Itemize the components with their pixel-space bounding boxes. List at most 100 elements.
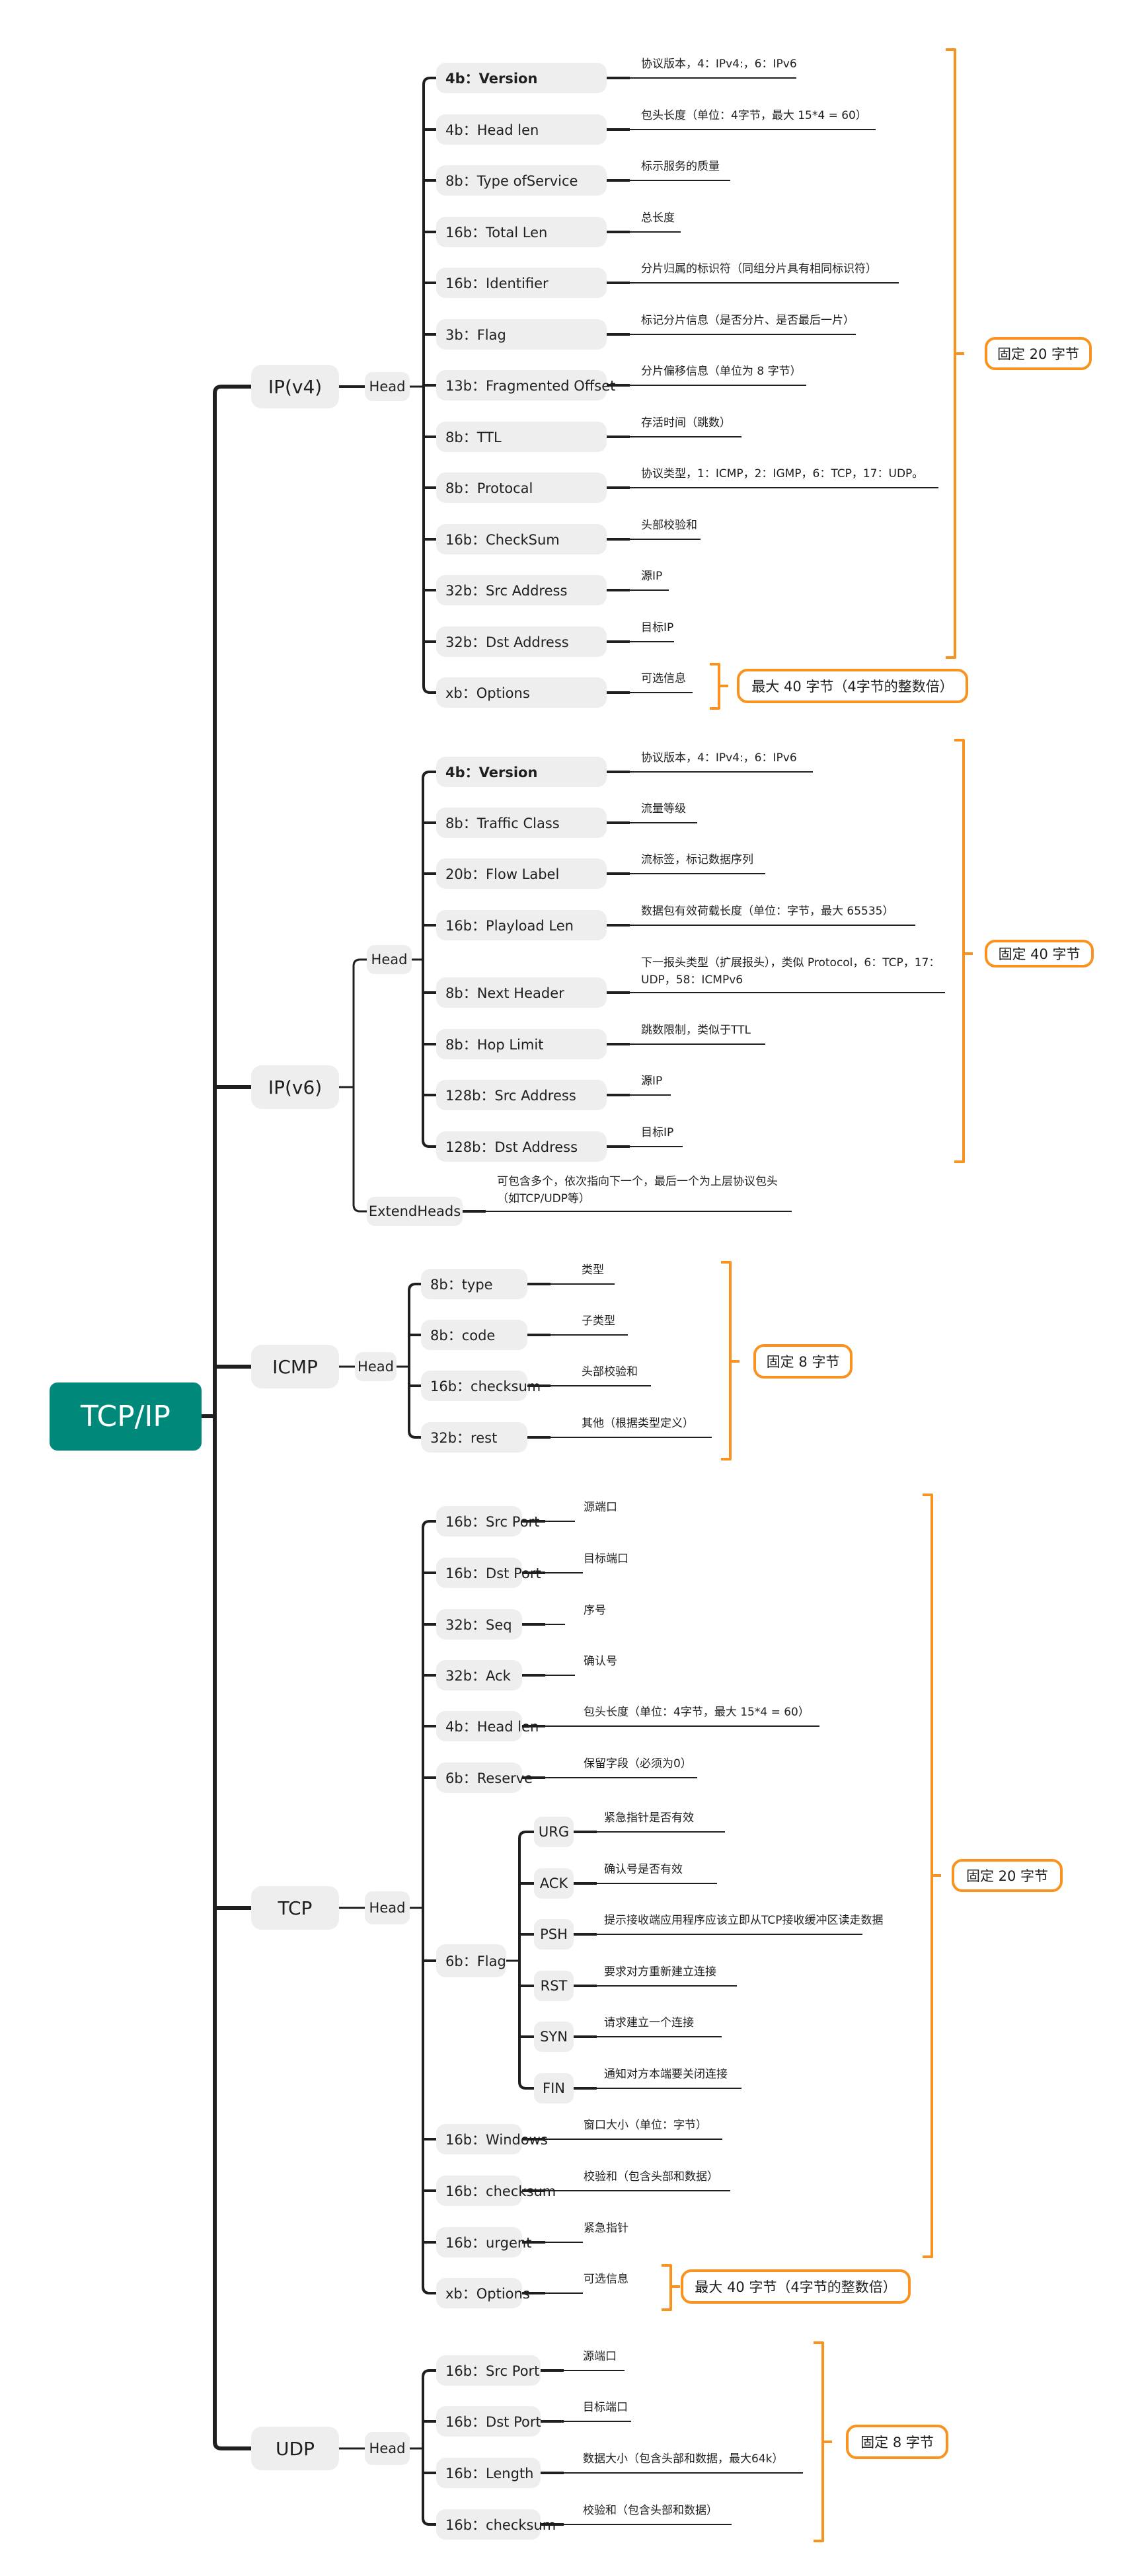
ipv6-field-desc-0: 协议版本，4：IPv4:，6：IPv6 (641, 751, 797, 765)
ipv4-field-10[interactable]: 32b：Src Address (436, 575, 607, 605)
ipv6-field-connector (422, 771, 436, 779)
ipv4-field-6[interactable]: 13b：Fragmented Offset (436, 370, 615, 400)
tcp-flag-ack[interactable]: ACK (534, 1868, 574, 1899)
tcp-field-8[interactable]: 16b：checksum (436, 2176, 556, 2206)
ipv4-head-node[interactable]: Head (365, 372, 410, 401)
udp-field-3[interactable]: 16b：checksum (436, 2509, 556, 2540)
ipv4-field-3[interactable]: 16b：Total Len (436, 217, 607, 247)
tcp-field-desc-5: 保留字段（必须为0） (584, 1757, 692, 1770)
tcp-field-9[interactable]: 16b：urgent (436, 2227, 531, 2257)
tcp-flag-fin[interactable]: FIN (534, 2073, 574, 2103)
icmp-fixed-size-note: 固定 8 字节 (753, 1344, 853, 1379)
tcp-field-4[interactable]: 4b：Head len (436, 1711, 539, 1741)
tcp-field-10[interactable]: xb：Options (436, 2278, 530, 2308)
ipv4-field-desc-8: 协议类型，1：ICMP，2：IGMP，6：TCP，17：UDP。 (641, 467, 924, 480)
tcp-flag-syn[interactable]: SYN (534, 2022, 574, 2052)
tcp-flag-urg[interactable]: URG (534, 1817, 574, 1847)
ipv6-field-1[interactable]: 8b：Traffic Class (436, 808, 607, 838)
tcp-field-1[interactable]: 16b：Dst Port (436, 1558, 541, 1588)
ipv6-field-desc-3: 数据包有效荷载长度（单位：字节，最大 65535） (641, 905, 894, 918)
ipv6-branch-connector (352, 958, 367, 967)
tcp-field-2[interactable]: 32b：Seq (436, 1609, 522, 1640)
ipv4-field-4[interactable]: 16b：Identifier (436, 268, 607, 298)
ipv6-fixed-bracket (954, 739, 965, 1163)
icmp-field-desc-3: 其他（根据类型定义） (582, 1417, 694, 1430)
ipv6-field-6[interactable]: 128b：Src Address (436, 1080, 607, 1110)
icmp-head-node[interactable]: Head (355, 1352, 397, 1381)
tcp-field-3[interactable]: 32b：Ack (436, 1660, 522, 1690)
ipv6-field-desc-6: 源IP (641, 1075, 663, 1088)
tcp-field-desc-2: 序号 (584, 1604, 606, 1617)
tcp-field-desc-1: 目标端口 (584, 1552, 628, 1566)
tcp-field-7[interactable]: 16b：Windows (436, 2124, 548, 2154)
ipv4-field-5[interactable]: 3b：Flag (436, 319, 607, 350)
tcp-flag-rst[interactable]: RST (534, 1971, 574, 2001)
tcp-head-node[interactable]: Head (365, 1891, 410, 1924)
ipv4-field-desc-6: 分片偏移信息（单位为 8 字节） (641, 365, 802, 378)
udp-fixed-bracket (814, 2341, 824, 2542)
protocol-node-icmp[interactable]: ICMP (251, 1345, 339, 1388)
protocol-node-ipv4[interactable]: IP(v4) (251, 365, 339, 408)
udp-field-1[interactable]: 16b：Dst Port (436, 2406, 541, 2437)
ipv4-field-1[interactable]: 4b：Head len (436, 114, 607, 145)
tcp-field-connector (422, 1520, 436, 1529)
ipv6-extend-heads-desc: 可包含多个，依次指向下一个，最后一个为上层协议包头（如TCP/UDP等） (497, 1175, 778, 1205)
ipv4-field-7[interactable]: 8b：TTL (436, 422, 607, 452)
ipv6-extend-heads-node[interactable]: ExtendHeads (367, 1197, 463, 1226)
ipv4-fixed-bracket (946, 48, 956, 659)
udp-field-desc-3: 校验和（包含头部和数据） (583, 2504, 718, 2517)
tcp-field-flag[interactable]: 6b：Flag (436, 1944, 506, 1977)
ipv4-field-0[interactable]: 4b：Version (436, 63, 607, 93)
ipv6-field-0[interactable]: 4b：Version (436, 757, 607, 787)
icmp-field-0[interactable]: 8b：type (421, 1269, 527, 1299)
protocol-node-tcp[interactable]: TCP (251, 1886, 339, 1930)
icmp-field-connector (408, 1430, 421, 1439)
ipv4-field-12[interactable]: xb：Options (436, 677, 607, 708)
ipv4-field-desc-12: 可选信息 (641, 672, 686, 685)
icmp-field-3[interactable]: 32b：rest (421, 1422, 527, 1453)
protocol-node-udp[interactable]: UDP (251, 2427, 339, 2470)
ipv6-field-7[interactable]: 128b：Dst Address (436, 1131, 607, 1162)
ipv6-field-connector (422, 1139, 436, 1148)
ipv6-field-3[interactable]: 16b：Playload Len (436, 910, 607, 940)
ipv6-field-2[interactable]: 20b：Flow Label (436, 858, 607, 889)
tcp-flag-psh[interactable]: PSH (534, 1919, 574, 1950)
udp-field-desc-1: 目标端口 (583, 2401, 628, 2414)
ipv6-field-desc-7: 目标IP (641, 1126, 674, 1139)
ipv4-options-bracket (710, 663, 720, 710)
ipv4-options-size-note: 最大 40 字节（4字节的整数倍） (737, 669, 968, 703)
protocol-node-ipv6[interactable]: IP(v6) (251, 1065, 339, 1109)
trunk-connector (213, 2441, 251, 2450)
ipv4-field-9[interactable]: 16b：CheckSum (436, 524, 607, 554)
tcp-field-5[interactable]: 6b：Reserve (436, 1762, 533, 1793)
tcp-flag-desc-syn: 请求建立一个连接 (604, 2016, 694, 2029)
icmp-field-1[interactable]: 8b：code (421, 1320, 527, 1350)
icmp-field-2[interactable]: 16b：checksum (421, 1371, 541, 1401)
tcp-flag-connector (518, 2081, 534, 2090)
ipv4-field-2[interactable]: 8b：Type ofService (436, 165, 607, 196)
tcp-fixed-size-note: 固定 20 字节 (952, 1859, 1063, 1892)
tcp-field-0[interactable]: 16b：Src Port (436, 1506, 539, 1536)
ipv6-head-node[interactable]: Head (367, 945, 412, 974)
ipv4-field-desc-4: 分片归属的标识符（同组分片具有相同标识符） (641, 262, 877, 276)
tcp-field-desc-3: 确认号 (584, 1655, 617, 1668)
ipv4-field-8[interactable]: 8b：Protocal (436, 473, 607, 503)
tcp-options-bracket (662, 2264, 672, 2311)
root-node-tcp-ip[interactable]: TCP/IP (50, 1383, 202, 1451)
tcp-field-connector (422, 2286, 436, 2294)
ipv6-field-4[interactable]: 8b：Next Header (436, 977, 607, 1008)
ipv6-field-5[interactable]: 8b：Hop Limit (436, 1029, 607, 1059)
udp-field-0[interactable]: 16b：Src Port (436, 2355, 541, 2386)
ipv4-field-desc-1: 包头长度（单位：4字节，最大 15*4 = 60） (641, 109, 867, 122)
tcp-flag-desc-psh: 提示接收端应用程序应该立即从TCP接收缓冲区读走数据 (604, 1914, 884, 1927)
tcp-field-desc-0: 源端口 (584, 1501, 617, 1514)
udp-field-2[interactable]: 16b：Length (436, 2458, 541, 2488)
udp-field-desc-2: 数据大小（包含头部和数据，最大64k） (583, 2452, 784, 2466)
ipv4-field-11[interactable]: 32b：Dst Address (436, 626, 607, 657)
trunk-connector (213, 385, 251, 394)
udp-head-node[interactable]: Head (365, 2432, 410, 2465)
ipv6-branch-connector (352, 1204, 367, 1213)
udp-field-connector (422, 2369, 436, 2378)
tcp-field-desc-8: 校验和（包含头部和数据） (584, 2170, 718, 2183)
tcp-field-desc-4: 包头长度（单位：4字节，最大 15*4 = 60） (584, 1706, 810, 1719)
